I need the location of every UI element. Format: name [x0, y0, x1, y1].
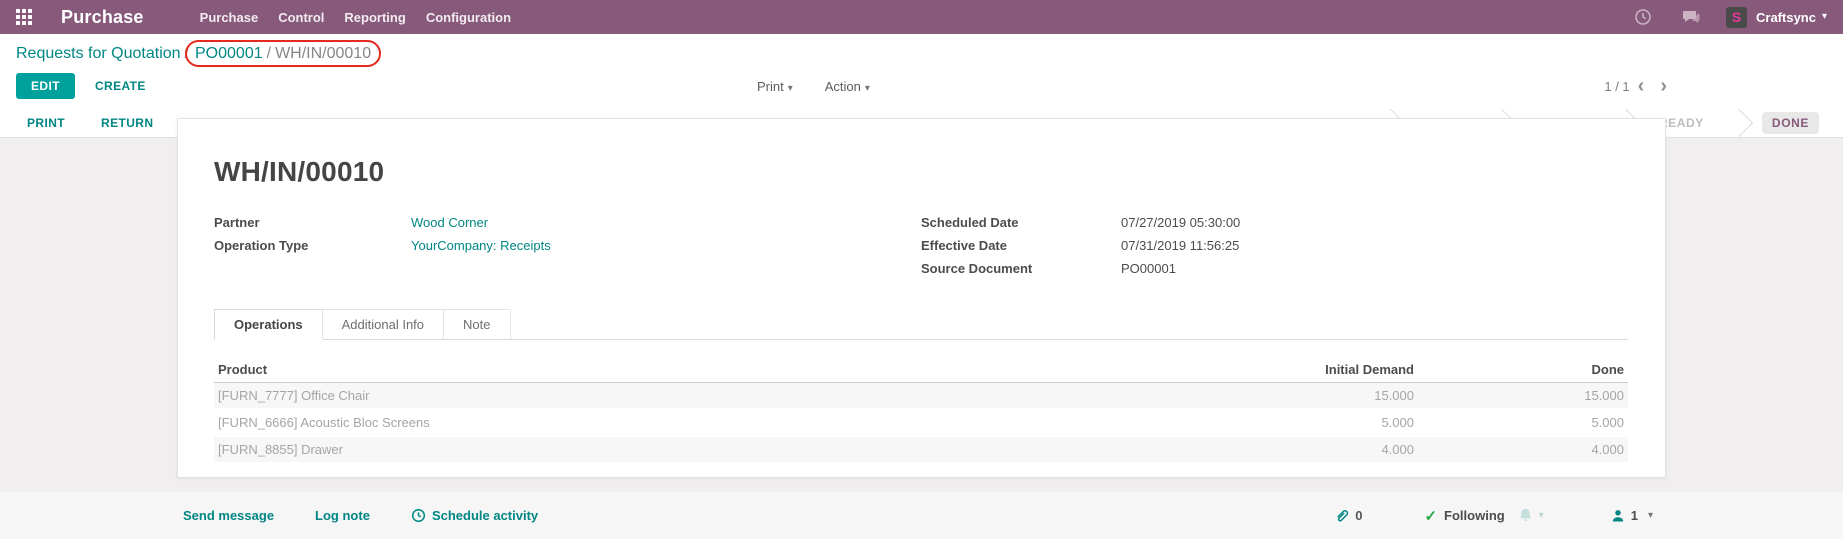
followers-count: 1 [1631, 508, 1638, 523]
table-row[interactable]: [FURN_7777] Office Chair 15.000 15.000 [214, 383, 1628, 410]
top-navbar: Purchase Purchase Control Reporting Conf… [0, 0, 1843, 34]
menu-purchase[interactable]: Purchase [190, 10, 269, 25]
notebook-tabs: Operations Additional Info Note [214, 309, 1628, 340]
field-scheduled-date: Scheduled Date 07/27/2019 05:30:00 [921, 215, 1628, 230]
apps-grid-icon[interactable] [16, 9, 33, 26]
tab-operations[interactable]: Operations [214, 309, 323, 340]
action-dropdown[interactable]: Action▾ [825, 79, 870, 94]
return-button[interactable]: RETURN [101, 116, 153, 130]
user-avatar: S [1726, 7, 1747, 28]
breadcrumb-root-link[interactable]: Requests for Quotation [16, 45, 181, 62]
user-menu-caret-icon: ▾ [1822, 12, 1827, 22]
pager: 1 / 1 ‹ › [1604, 79, 1675, 94]
tab-note[interactable]: Note [443, 309, 510, 339]
breadcrumb-separator: / [181, 45, 193, 62]
operation-type-link[interactable]: YourCompany: Receipts [411, 238, 551, 253]
user-menu[interactable]: S Craftsync ▾ [1726, 7, 1827, 28]
field-operation-type: Operation Type YourCompany: Receipts [214, 238, 921, 253]
chatter-bar: Send message Log note Schedule activity … [0, 492, 1843, 539]
action-dropdowns: Print▾ Action▾ [757, 79, 870, 94]
initial-demand-cell: 5.000 [1208, 409, 1418, 436]
followers-caret-icon: ▾ [1648, 511, 1653, 521]
done-cell: 5.000 [1418, 409, 1628, 436]
action-caret-icon: ▾ [865, 83, 870, 94]
attachments-button[interactable]: 0 [1334, 508, 1362, 524]
field-label: Operation Type [214, 238, 411, 253]
product-cell: [FURN_8855] Drawer [214, 436, 1208, 463]
field-label: Partner [214, 215, 411, 230]
field-groups: Partner Wood Corner Operation Type YourC… [214, 215, 1628, 284]
done-cell: 15.000 [1418, 383, 1628, 410]
pager-value: 1 / 1 [1604, 79, 1629, 94]
pager-next-icon[interactable]: › [1652, 80, 1675, 93]
following-button[interactable]: ✓ Following ▾ [1424, 507, 1543, 525]
print-action-button[interactable]: PRINT [27, 116, 65, 130]
field-group-right: Scheduled Date 07/27/2019 05:30:00 Effec… [921, 215, 1628, 284]
done-cell: 4.000 [1418, 436, 1628, 463]
chatter-right: 0 ✓ Following ▾ 1 ▾ [1334, 507, 1653, 525]
print-dropdown[interactable]: Print▾ [757, 79, 793, 94]
product-cell: [FURN_7777] Office Chair [214, 383, 1208, 410]
field-partner: Partner Wood Corner [214, 215, 921, 230]
log-note-button[interactable]: Log note [315, 508, 370, 523]
followers-button[interactable]: 1 ▾ [1610, 508, 1653, 524]
source-document-value: PO00001 [1121, 261, 1176, 276]
column-header-initial-demand: Initial Demand [1208, 357, 1418, 383]
initial-demand-cell: 15.000 [1208, 383, 1418, 410]
control-panel-row: EDIT CREATE Print▾ Action▾ 1 / 1 ‹ › [0, 66, 1843, 108]
field-label: Source Document [921, 261, 1121, 276]
table-row[interactable]: [FURN_6666] Acoustic Bloc Screens 5.000 … [214, 409, 1628, 436]
menu-reporting[interactable]: Reporting [334, 10, 415, 25]
check-icon: ✓ [1424, 507, 1437, 525]
tab-additional-info[interactable]: Additional Info [322, 309, 444, 339]
person-icon [1610, 508, 1626, 524]
create-button[interactable]: CREATE [95, 79, 146, 93]
main-menu: Purchase Control Reporting Configuration [190, 10, 521, 25]
field-source-document: Source Document PO00001 [921, 261, 1628, 276]
app-brand: Purchase [61, 7, 144, 28]
table-row[interactable]: [FURN_8855] Drawer 4.000 4.000 [214, 436, 1628, 463]
field-effective-date: Effective Date 07/31/2019 11:56:25 [921, 238, 1628, 253]
scheduled-date-value: 07/27/2019 05:30:00 [1121, 215, 1240, 230]
schedule-activity-button[interactable]: Schedule activity [411, 508, 538, 523]
bell-caret-icon: ▾ [1539, 510, 1544, 521]
field-label: Scheduled Date [921, 215, 1121, 230]
print-caret-icon: ▾ [788, 83, 793, 94]
menu-control[interactable]: Control [268, 10, 334, 25]
initial-demand-cell: 4.000 [1208, 436, 1418, 463]
breadcrumb-current: WH/IN/00010 [275, 45, 371, 62]
menu-configuration[interactable]: Configuration [416, 10, 521, 25]
messages-chat-icon[interactable] [1682, 8, 1700, 26]
table-header-row: Product Initial Demand Done [214, 357, 1628, 383]
column-header-done: Done [1418, 357, 1628, 383]
partner-link[interactable]: Wood Corner [411, 215, 488, 230]
breadcrumb: Requests for Quotation/PO00001/WH/IN/000… [0, 34, 1843, 66]
paperclip-icon [1334, 508, 1350, 524]
breadcrumb-parent-link[interactable]: PO00001 [195, 45, 263, 62]
breadcrumb-annotated-group: PO00001/WH/IN/00010 [193, 45, 373, 63]
clock-icon [411, 508, 426, 523]
status-step-done[interactable]: DONE [1738, 108, 1843, 137]
product-cell: [FURN_6666] Acoustic Bloc Screens [214, 409, 1208, 436]
control-panel: Requests for Quotation/PO00001/WH/IN/000… [0, 34, 1843, 108]
column-header-product: Product [214, 357, 1208, 383]
attachments-count: 0 [1355, 508, 1362, 523]
document-title: WH/IN/00010 [214, 156, 1628, 188]
breadcrumb-separator2: / [263, 45, 275, 62]
operations-table: Product Initial Demand Done [FURN_7777] … [214, 357, 1628, 464]
document-sheet: WH/IN/00010 Partner Wood Corner Operatio… [177, 118, 1666, 478]
navbar-right: S Craftsync ▾ [1604, 7, 1827, 28]
field-label: Effective Date [921, 238, 1121, 253]
activities-clock-icon[interactable] [1634, 8, 1652, 26]
following-label: Following [1444, 508, 1505, 523]
edit-button[interactable]: EDIT [16, 73, 75, 99]
bell-icon[interactable] [1517, 507, 1534, 524]
field-group-left: Partner Wood Corner Operation Type YourC… [214, 215, 921, 284]
user-name: Craftsync [1756, 10, 1816, 25]
send-message-button[interactable]: Send message [183, 508, 274, 523]
effective-date-value: 07/31/2019 11:56:25 [1121, 238, 1239, 253]
pager-previous-icon[interactable]: ‹ [1630, 80, 1653, 93]
